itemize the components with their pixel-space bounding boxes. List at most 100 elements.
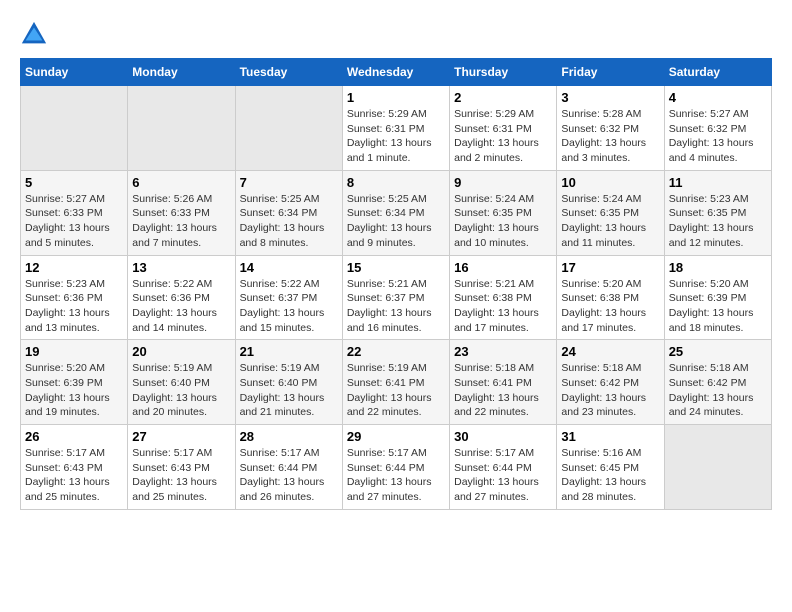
day-number: 26 bbox=[25, 429, 123, 444]
day-cell: 24 Sunrise: 5:18 AM Sunset: 6:42 PM Dayli… bbox=[557, 340, 664, 425]
day-info: Sunrise: 5:17 AM Sunset: 6:44 PM Dayligh… bbox=[240, 446, 338, 505]
day-number: 31 bbox=[561, 429, 659, 444]
day-cell: 19 Sunrise: 5:20 AM Sunset: 6:39 PM Dayli… bbox=[21, 340, 128, 425]
day-info: Sunrise: 5:25 AM Sunset: 6:34 PM Dayligh… bbox=[240, 192, 338, 251]
day-cell: 26 Sunrise: 5:17 AM Sunset: 6:43 PM Dayli… bbox=[21, 425, 128, 510]
day-cell: 6 Sunrise: 5:26 AM Sunset: 6:33 PM Daylig… bbox=[128, 170, 235, 255]
day-info: Sunrise: 5:29 AM Sunset: 6:31 PM Dayligh… bbox=[454, 107, 552, 166]
day-number: 20 bbox=[132, 344, 230, 359]
logo bbox=[20, 20, 52, 48]
day-cell: 20Sunrise: 5:19 AM Sunset: 6:40 PM Dayli… bbox=[128, 340, 235, 425]
day-number: 27 bbox=[132, 429, 230, 444]
header-cell-saturday: Saturday bbox=[664, 59, 771, 86]
day-info: Sunrise: 5:27 AM Sunset: 6:32 PM Dayligh… bbox=[669, 107, 767, 166]
day-info: Sunrise: 5:24 AM Sunset: 6:35 PM Dayligh… bbox=[454, 192, 552, 251]
day-info: Sunrise: 5:22 AM Sunset: 6:36 PM Dayligh… bbox=[132, 277, 230, 336]
day-info: Sunrise: 5:25 AM Sunset: 6:34 PM Dayligh… bbox=[347, 192, 445, 251]
day-number: 11 bbox=[669, 175, 767, 190]
day-cell: 4 Sunrise: 5:27 AM Sunset: 6:32 PM Daylig… bbox=[664, 86, 771, 171]
header-cell-sunday: Sunday bbox=[21, 59, 128, 86]
day-cell: 23Sunrise: 5:18 AM Sunset: 6:41 PM Dayli… bbox=[450, 340, 557, 425]
header-row: SundayMondayTuesdayWednesdayThursdayFrid… bbox=[21, 59, 772, 86]
day-cell: 11 Sunrise: 5:23 AM Sunset: 6:35 PM Dayli… bbox=[664, 170, 771, 255]
day-info: Sunrise: 5:23 AM Sunset: 6:36 PM Dayligh… bbox=[25, 277, 123, 336]
day-number: 12 bbox=[25, 260, 123, 275]
header-cell-tuesday: Tuesday bbox=[235, 59, 342, 86]
day-info: Sunrise: 5:17 AM Sunset: 6:43 PM Dayligh… bbox=[25, 446, 123, 505]
day-number: 24 bbox=[561, 344, 659, 359]
day-info: Sunrise: 5:28 AM Sunset: 6:32 PM Dayligh… bbox=[561, 107, 659, 166]
day-cell: 10 Sunrise: 5:24 AM Sunset: 6:35 PM Dayli… bbox=[557, 170, 664, 255]
day-info: Sunrise: 5:18 AM Sunset: 6:42 PM Dayligh… bbox=[561, 361, 659, 420]
day-cell: 8 Sunrise: 5:25 AM Sunset: 6:34 PM Daylig… bbox=[342, 170, 449, 255]
day-cell: 22 Sunrise: 5:19 AM Sunset: 6:41 PM Dayli… bbox=[342, 340, 449, 425]
day-number: 10 bbox=[561, 175, 659, 190]
day-info: Sunrise: 5:21 AM Sunset: 6:37 PM Dayligh… bbox=[347, 277, 445, 336]
day-cell: 25 Sunrise: 5:18 AM Sunset: 6:42 PM Dayli… bbox=[664, 340, 771, 425]
day-info: Sunrise: 5:17 AM Sunset: 6:44 PM Dayligh… bbox=[347, 446, 445, 505]
day-number: 3 bbox=[561, 90, 659, 105]
day-number: 22 bbox=[347, 344, 445, 359]
day-info: Sunrise: 5:20 AM Sunset: 6:39 PM Dayligh… bbox=[25, 361, 123, 420]
day-number: 4 bbox=[669, 90, 767, 105]
day-number: 2 bbox=[454, 90, 552, 105]
day-number: 6 bbox=[132, 175, 230, 190]
day-number: 28 bbox=[240, 429, 338, 444]
header-cell-friday: Friday bbox=[557, 59, 664, 86]
day-cell: 3 Sunrise: 5:28 AM Sunset: 6:32 PM Daylig… bbox=[557, 86, 664, 171]
day-number: 18 bbox=[669, 260, 767, 275]
day-info: Sunrise: 5:29 AM Sunset: 6:31 PM Dayligh… bbox=[347, 107, 445, 166]
day-number: 21 bbox=[240, 344, 338, 359]
day-number: 25 bbox=[669, 344, 767, 359]
day-cell: 2 Sunrise: 5:29 AM Sunset: 6:31 PM Daylig… bbox=[450, 86, 557, 171]
day-cell: 9 Sunrise: 5:24 AM Sunset: 6:35 PM Daylig… bbox=[450, 170, 557, 255]
week-row: 26 Sunrise: 5:17 AM Sunset: 6:43 PM Dayli… bbox=[21, 425, 772, 510]
header-cell-wednesday: Wednesday bbox=[342, 59, 449, 86]
day-cell: 29 Sunrise: 5:17 AM Sunset: 6:44 PM Dayli… bbox=[342, 425, 449, 510]
day-number: 15 bbox=[347, 260, 445, 275]
calendar-table: SundayMondayTuesdayWednesdayThursdayFrid… bbox=[20, 58, 772, 510]
week-row: 19 Sunrise: 5:20 AM Sunset: 6:39 PM Dayli… bbox=[21, 340, 772, 425]
day-number: 16 bbox=[454, 260, 552, 275]
day-number: 14 bbox=[240, 260, 338, 275]
week-row: 12 Sunrise: 5:23 AM Sunset: 6:36 PM Dayli… bbox=[21, 255, 772, 340]
day-cell bbox=[128, 86, 235, 171]
header-cell-thursday: Thursday bbox=[450, 59, 557, 86]
day-cell: 16 Sunrise: 5:21 AM Sunset: 6:38 PM Dayli… bbox=[450, 255, 557, 340]
day-info: Sunrise: 5:24 AM Sunset: 6:35 PM Dayligh… bbox=[561, 192, 659, 251]
day-info: Sunrise: 5:19 AM Sunset: 6:41 PM Dayligh… bbox=[347, 361, 445, 420]
day-info: Sunrise: 5:27 AM Sunset: 6:33 PM Dayligh… bbox=[25, 192, 123, 251]
day-info: Sunrise: 5:17 AM Sunset: 6:44 PM Dayligh… bbox=[454, 446, 552, 505]
day-info: Sunrise: 5:18 AM Sunset: 6:42 PM Dayligh… bbox=[669, 361, 767, 420]
day-cell: 27Sunrise: 5:17 AM Sunset: 6:43 PM Dayli… bbox=[128, 425, 235, 510]
day-cell: 18 Sunrise: 5:20 AM Sunset: 6:39 PM Dayli… bbox=[664, 255, 771, 340]
day-number: 30 bbox=[454, 429, 552, 444]
day-number: 7 bbox=[240, 175, 338, 190]
day-cell: 31 Sunrise: 5:16 AM Sunset: 6:45 PM Dayli… bbox=[557, 425, 664, 510]
week-row: 5 Sunrise: 5:27 AM Sunset: 6:33 PM Daylig… bbox=[21, 170, 772, 255]
day-cell: 28 Sunrise: 5:17 AM Sunset: 6:44 PM Dayli… bbox=[235, 425, 342, 510]
day-number: 19 bbox=[25, 344, 123, 359]
day-info: Sunrise: 5:20 AM Sunset: 6:38 PM Dayligh… bbox=[561, 277, 659, 336]
logo-icon bbox=[20, 20, 48, 48]
day-info: Sunrise: 5:26 AM Sunset: 6:33 PM Dayligh… bbox=[132, 192, 230, 251]
day-cell: 14 Sunrise: 5:22 AM Sunset: 6:37 PM Dayli… bbox=[235, 255, 342, 340]
day-cell: 13 Sunrise: 5:22 AM Sunset: 6:36 PM Dayli… bbox=[128, 255, 235, 340]
day-number: 5 bbox=[25, 175, 123, 190]
day-number: 29 bbox=[347, 429, 445, 444]
day-number: 8 bbox=[347, 175, 445, 190]
day-info: Sunrise: 5:22 AM Sunset: 6:37 PM Dayligh… bbox=[240, 277, 338, 336]
day-cell bbox=[664, 425, 771, 510]
day-info: Sunrise: 5:21 AM Sunset: 6:38 PM Dayligh… bbox=[454, 277, 552, 336]
day-number: 13 bbox=[132, 260, 230, 275]
page-header bbox=[20, 20, 772, 48]
day-info: Sunrise: 5:23 AM Sunset: 6:35 PM Dayligh… bbox=[669, 192, 767, 251]
day-info: Sunrise: 5:19 AM Sunset: 6:40 PM Dayligh… bbox=[240, 361, 338, 420]
day-number: 9 bbox=[454, 175, 552, 190]
day-cell: 1Sunrise: 5:29 AM Sunset: 6:31 PM Daylig… bbox=[342, 86, 449, 171]
header-cell-monday: Monday bbox=[128, 59, 235, 86]
day-info: Sunrise: 5:16 AM Sunset: 6:45 PM Dayligh… bbox=[561, 446, 659, 505]
day-info: Sunrise: 5:18 AM Sunset: 6:41 PM Dayligh… bbox=[454, 361, 552, 420]
day-info: Sunrise: 5:20 AM Sunset: 6:39 PM Dayligh… bbox=[669, 277, 767, 336]
day-number: 17 bbox=[561, 260, 659, 275]
